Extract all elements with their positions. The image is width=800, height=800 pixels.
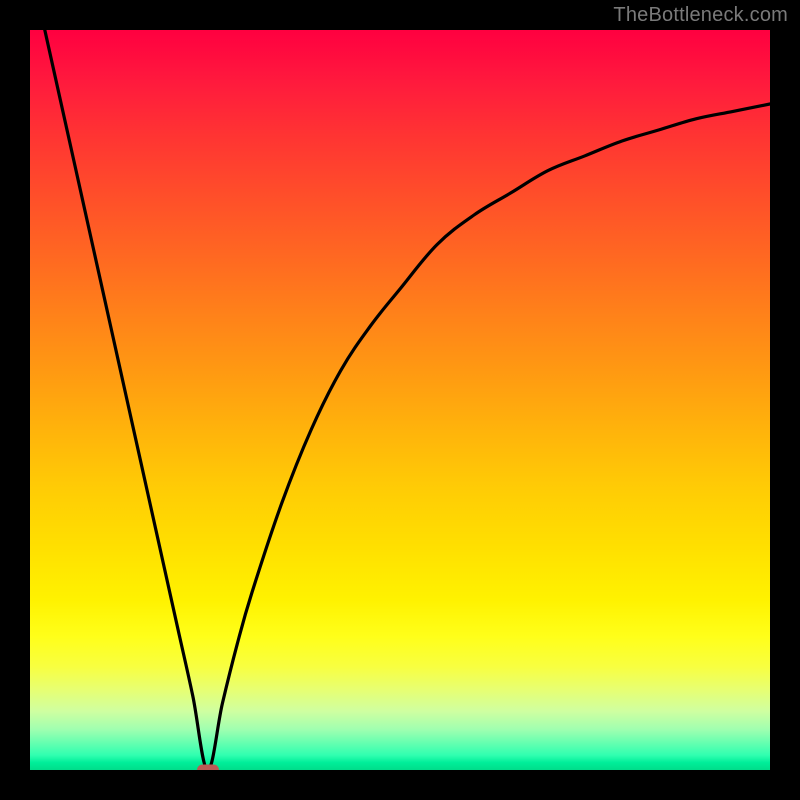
watermark-text: TheBottleneck.com: [613, 4, 788, 27]
curve-layer: [30, 30, 770, 770]
chart-frame: TheBottleneck.com: [0, 0, 800, 800]
plot-area: [30, 30, 770, 770]
bottleneck-curve: [45, 30, 770, 770]
minimum-marker: [197, 765, 219, 771]
